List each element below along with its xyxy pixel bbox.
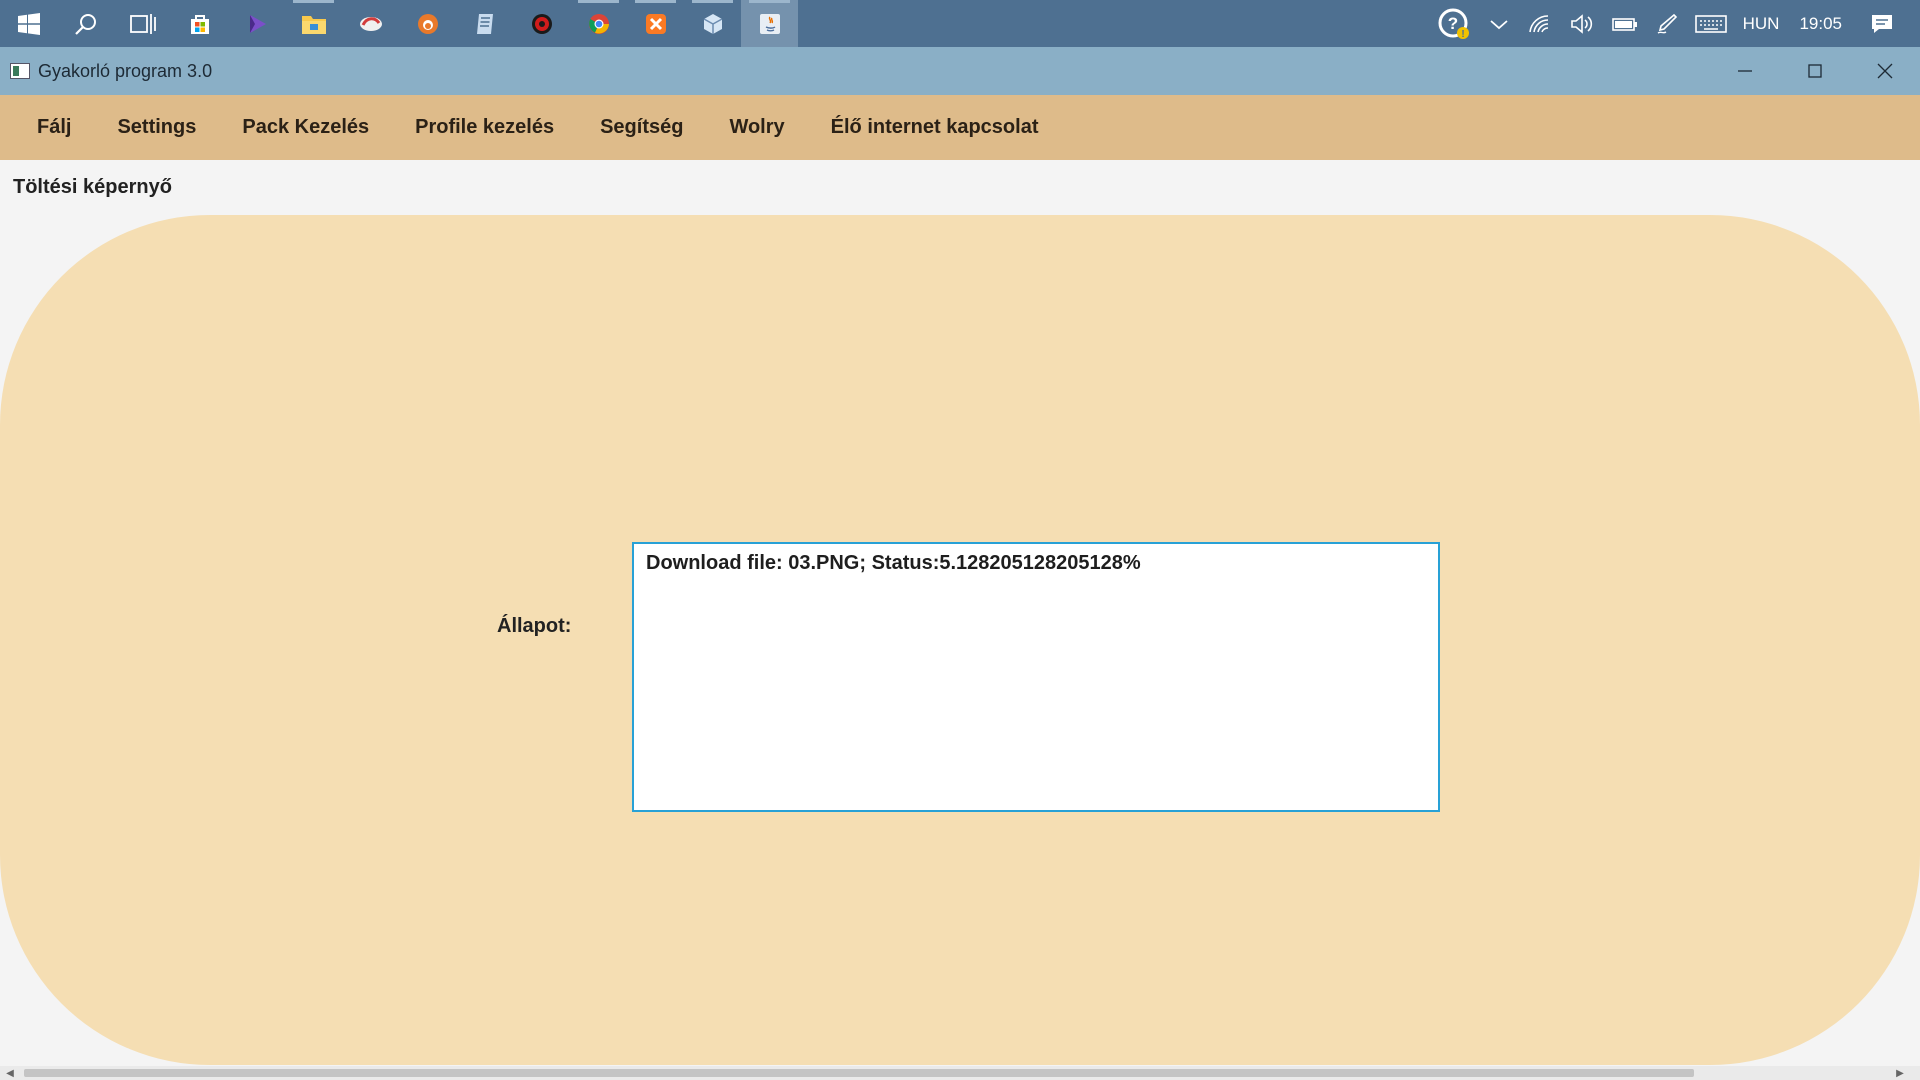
menu-file[interactable]: Fálj [20, 95, 100, 160]
store-icon [190, 14, 209, 34]
start-icon [17, 12, 40, 35]
minimize-icon [1738, 70, 1752, 72]
store-button[interactable] [171, 0, 228, 47]
close-icon [1877, 63, 1893, 79]
file-explorer-button[interactable] [285, 0, 342, 47]
xampp-icon [645, 13, 666, 34]
show-hidden-icons-button[interactable] [1479, 0, 1519, 47]
keyboard-icon [1694, 14, 1727, 33]
menu-live-internet-connection[interactable]: Élő internet kapcsolat [814, 95, 1068, 160]
app-orange-circle-icon [417, 13, 438, 34]
visual-studio-button[interactable] [228, 0, 285, 47]
scroll-right-arrow[interactable]: ▶ [1890, 1066, 1910, 1080]
svg-text:!: ! [1461, 29, 1464, 40]
search-button[interactable] [57, 0, 114, 47]
notification-icon [1872, 14, 1892, 33]
pen-tray-button[interactable] [1647, 0, 1687, 47]
menu-help[interactable]: Segítség [583, 95, 712, 160]
visual-studio-icon [249, 14, 266, 33]
app-notes-icon [476, 13, 493, 34]
scrollbar-thumb[interactable] [24, 1069, 1694, 1077]
section-title: Töltési képernyő [13, 176, 172, 198]
main-content: Töltési képernyő Állapot: Download file:… [0, 160, 1920, 1075]
app-cube-icon [703, 13, 722, 34]
chrome-button[interactable] [570, 0, 627, 47]
scroll-left-arrow[interactable]: ◀ [0, 1066, 20, 1080]
touch-keyboard-button[interactable] [1687, 0, 1735, 47]
loading-panel: Állapot: Download file: 03.PNG; Status:5… [0, 215, 1920, 1065]
clock[interactable]: 19:05 [1787, 0, 1860, 47]
action-center-button[interactable] [1860, 0, 1920, 47]
taskbar: ? ! HUN 19:05 [0, 0, 1920, 47]
file-explorer-icon [301, 15, 326, 34]
java-app-icon [759, 13, 780, 34]
window-controls [1710, 47, 1920, 95]
close-button[interactable] [1850, 47, 1920, 95]
language-indicator[interactable]: HUN [1735, 0, 1788, 47]
menu-profile-management[interactable]: Profile kezelés [398, 95, 583, 160]
network-tray-button[interactable] [1519, 0, 1561, 47]
window-title: Gyakorló program 3.0 [38, 60, 213, 81]
battery-icon [1611, 17, 1637, 31]
xampp-button[interactable] [627, 0, 684, 47]
maximize-icon [1808, 64, 1822, 78]
svg-text:?: ? [1447, 14, 1457, 33]
pen-icon [1657, 13, 1677, 34]
app-swirl-icon [359, 16, 382, 31]
app-notes-button[interactable] [456, 0, 513, 47]
status-label: Állapot: [497, 615, 572, 637]
volume-tray-button[interactable] [1561, 0, 1603, 47]
menu-settings[interactable]: Settings [100, 95, 225, 160]
start-button[interactable] [0, 0, 57, 47]
menu-pack-management[interactable]: Pack Kezelés [225, 95, 398, 160]
menu-wolry[interactable]: Wolry [712, 95, 813, 160]
search-icon [74, 13, 96, 35]
horizontal-scrollbar[interactable]: ◀ ▶ [0, 1066, 1920, 1080]
speaker-icon [1570, 13, 1592, 34]
app-orange-circle-button[interactable] [399, 0, 456, 47]
status-text-area[interactable]: Download file: 03.PNG; Status:5.12820512… [632, 542, 1440, 812]
chevron-up-icon [1490, 19, 1508, 29]
wifi-icon [1528, 14, 1548, 32]
minimize-button[interactable] [1710, 47, 1780, 95]
app-cube-button[interactable] [684, 0, 741, 47]
system-tray: ? ! HUN 19:05 [1429, 0, 1920, 47]
task-view-icon [129, 13, 156, 34]
chrome-icon [588, 13, 609, 34]
task-view-button[interactable] [114, 0, 171, 47]
maximize-button[interactable] [1780, 47, 1850, 95]
java-app-button[interactable] [741, 0, 798, 47]
battery-tray-button[interactable] [1603, 0, 1647, 47]
app-red-circle-button[interactable] [513, 0, 570, 47]
app-swirl-button[interactable] [342, 0, 399, 47]
help-tray-button[interactable]: ? ! [1429, 0, 1479, 47]
java-window-icon [10, 63, 30, 79]
help-question-icon: ? ! [1438, 8, 1469, 40]
app-red-circle-icon [531, 13, 552, 34]
window-title-bar[interactable]: Gyakorló program 3.0 [0, 47, 1920, 95]
menu-bar: Fálj Settings Pack Kezelés Profile kezel… [0, 95, 1920, 160]
